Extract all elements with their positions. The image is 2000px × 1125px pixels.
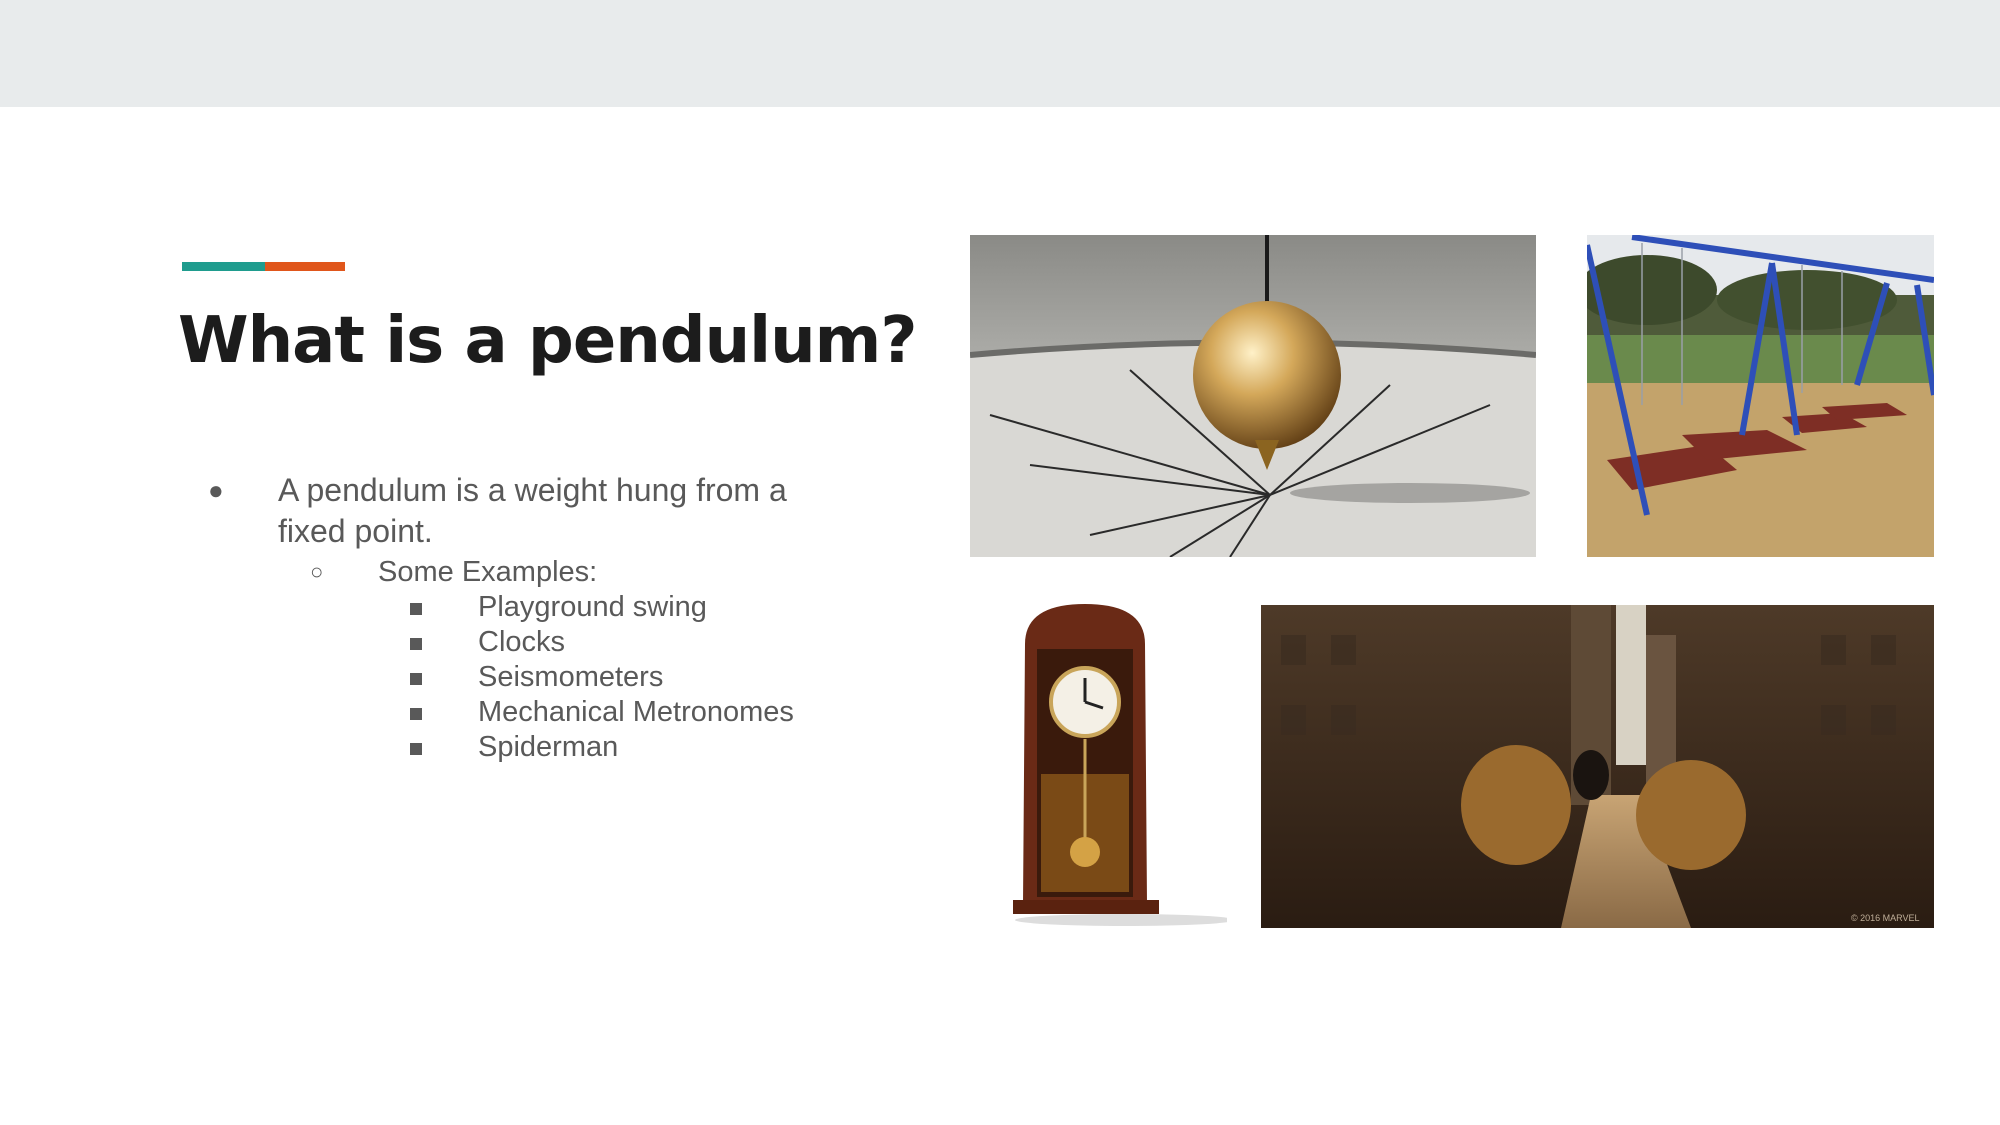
- list-item-text: Spiderman: [478, 731, 619, 763]
- bullet-square-icon: [410, 638, 422, 650]
- swing-photo: [1587, 235, 1934, 557]
- city-photo: © 2016 MARVEL: [1261, 605, 1934, 928]
- bullet-level2-text: Some Examples:: [378, 556, 598, 588]
- list-item-text: Seismometers: [478, 661, 664, 693]
- bullet-square-icon: [410, 673, 422, 685]
- bullet-dot-icon: ●: [208, 475, 224, 505]
- bullet-level1-text: A pendulum is a weight hung from a fixed…: [278, 472, 787, 549]
- list-item-text: Clocks: [478, 626, 566, 658]
- bullet-square-icon: [410, 603, 422, 615]
- clock-photo: [975, 604, 1227, 929]
- bullet-square-icon: [410, 708, 422, 720]
- slide-title: What is a pendulum?: [178, 304, 917, 378]
- list-item-text: Playground swing: [478, 591, 707, 623]
- bullet-square-icon: [410, 743, 422, 755]
- title-accent-orange: [265, 262, 345, 271]
- top-bar: [0, 0, 2000, 107]
- pendulum-photo: [970, 235, 1536, 557]
- list-item-text: Mechanical Metronomes: [478, 696, 794, 728]
- bullet-circle-icon: ○: [310, 559, 324, 584]
- title-accent-teal: [182, 262, 265, 271]
- city-photo-caption: © 2016 MARVEL: [1851, 913, 1920, 923]
